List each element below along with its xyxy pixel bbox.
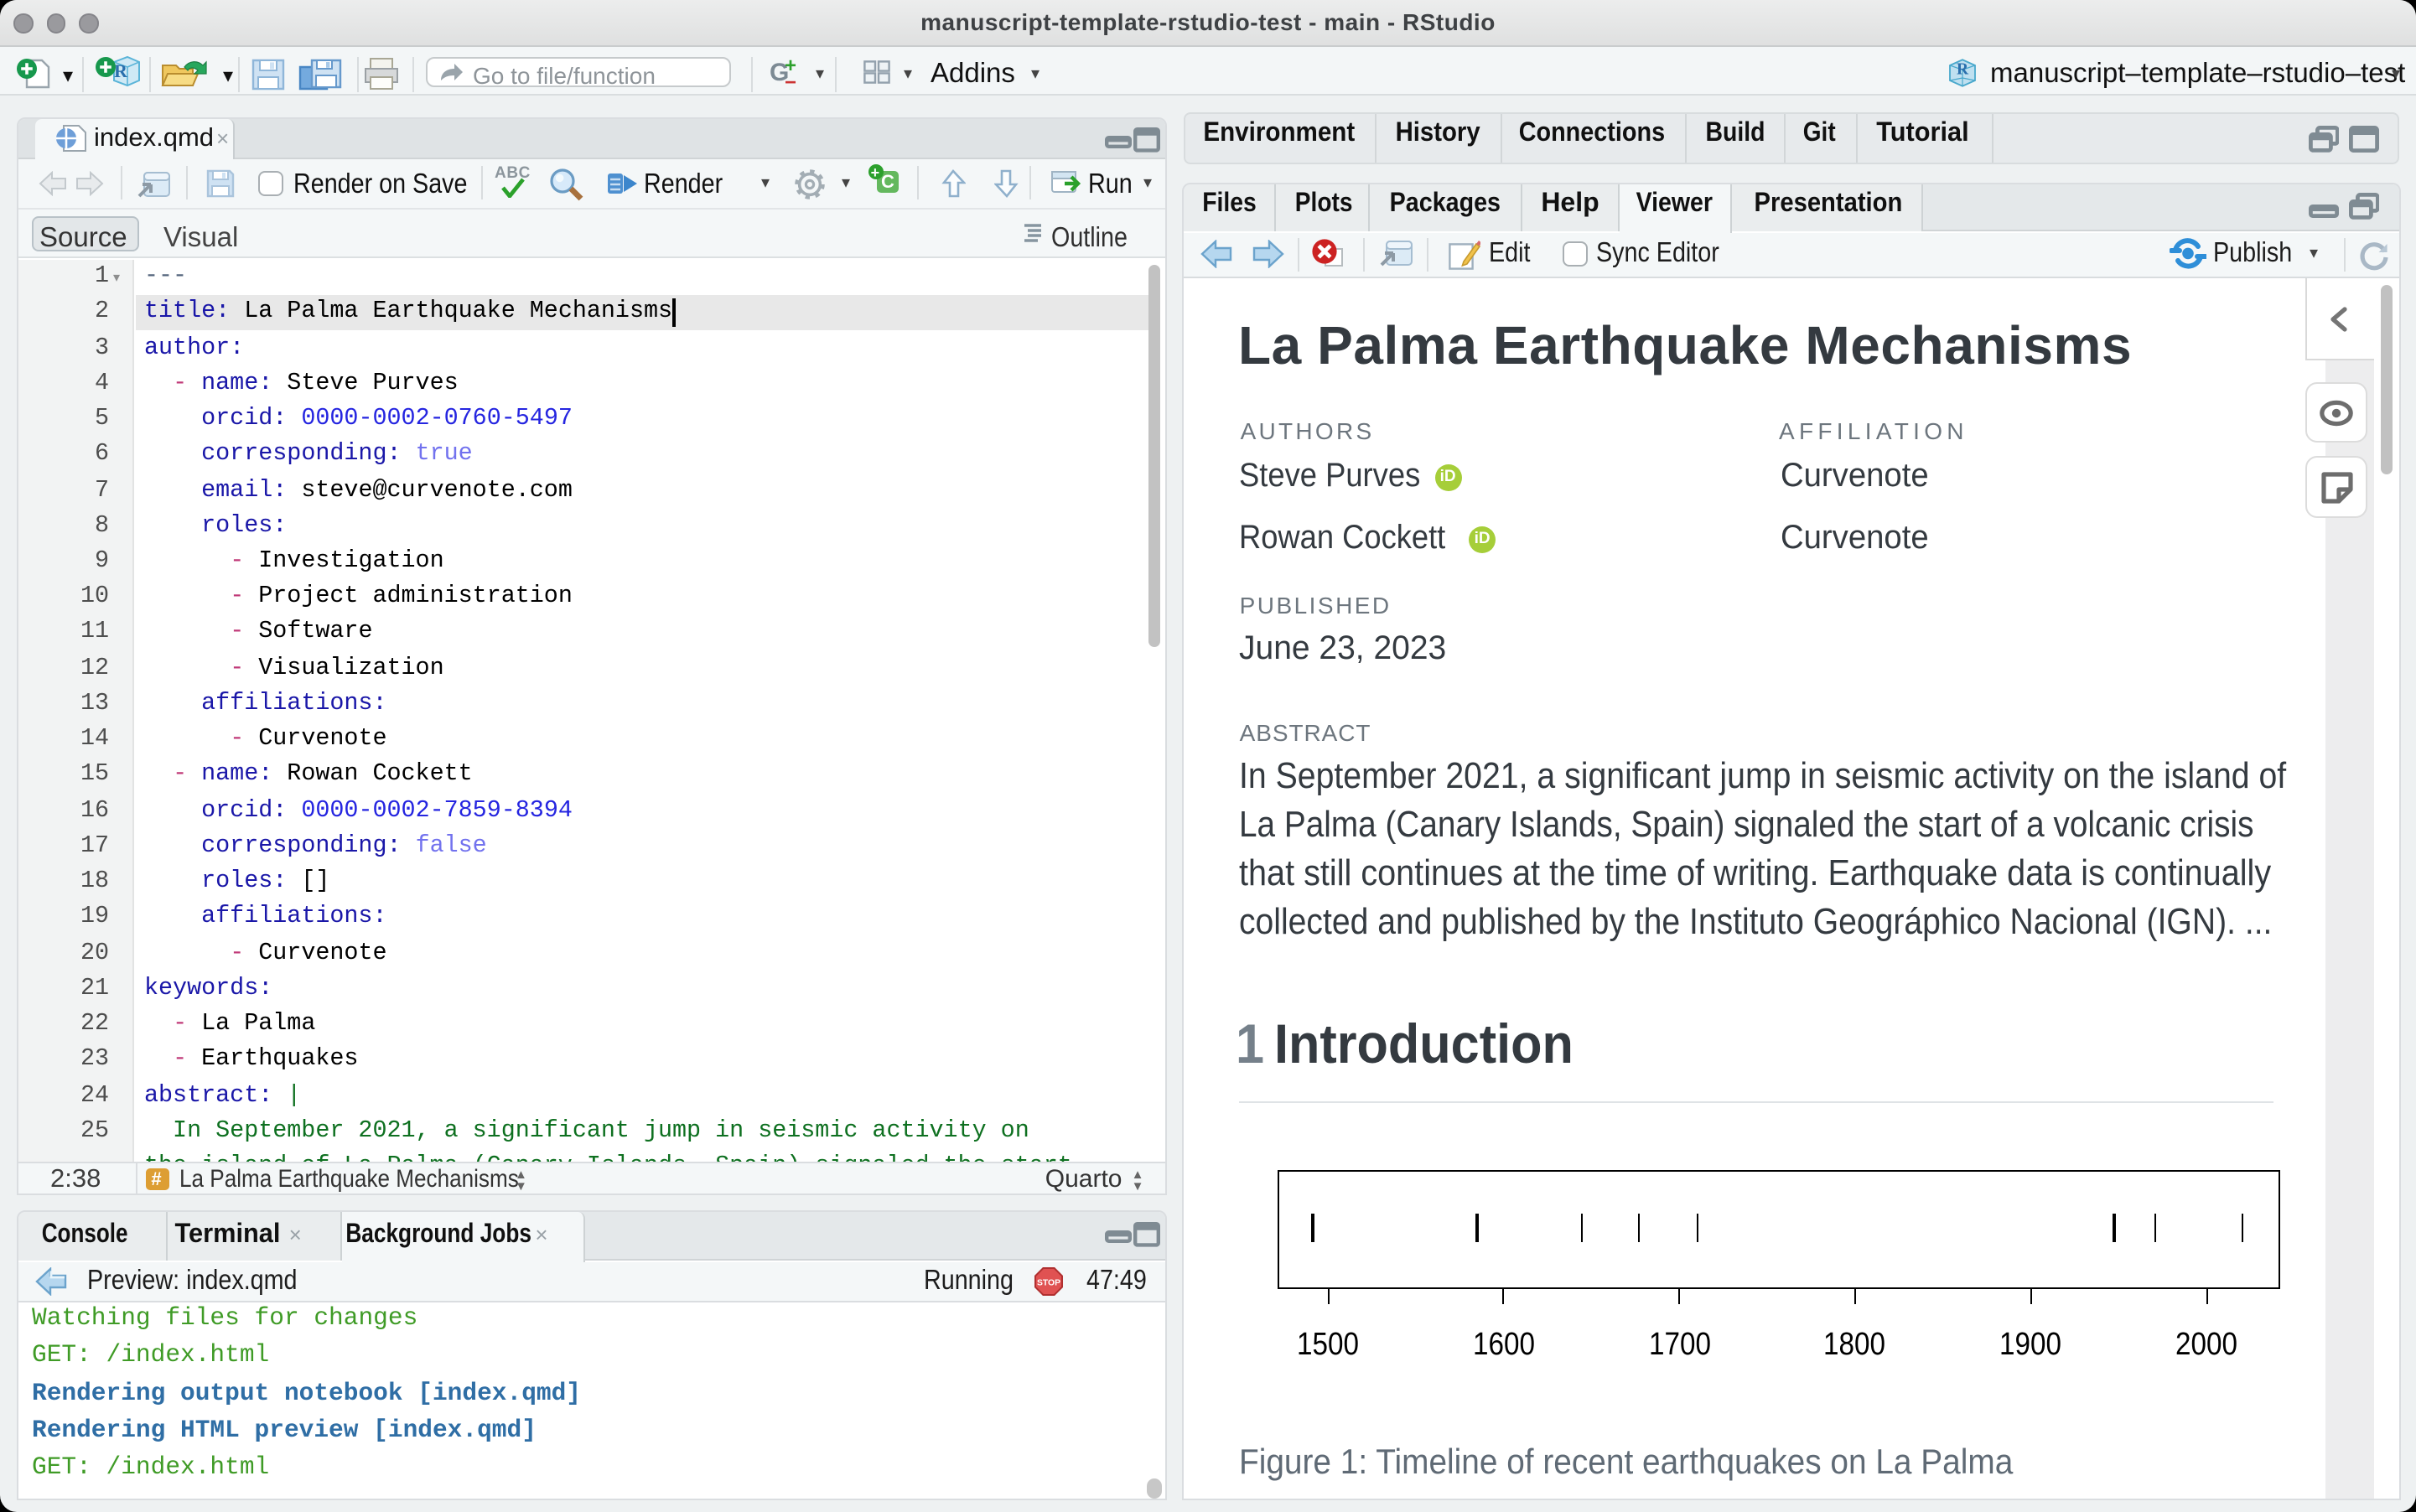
- svg-text:R: R: [114, 60, 128, 81]
- svg-text:STOP: STOP: [1037, 1278, 1060, 1287]
- svg-text:R: R: [1957, 60, 1969, 78]
